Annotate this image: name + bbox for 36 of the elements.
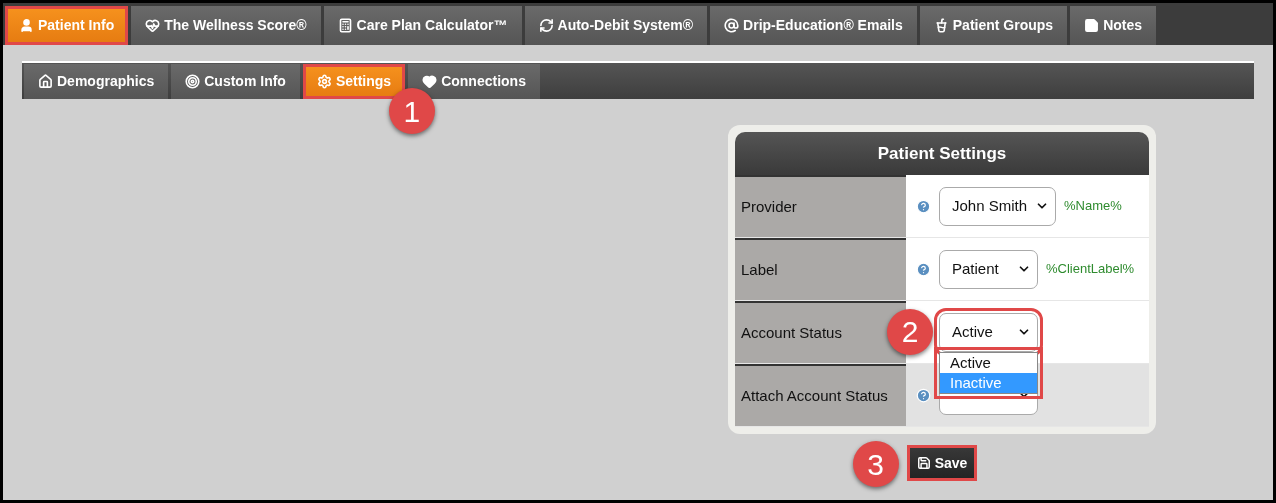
cup-icon bbox=[933, 18, 949, 33]
sub-tab[interactable]: Custom Info bbox=[171, 64, 300, 99]
panel-title: Patient Settings bbox=[735, 132, 1149, 175]
refresh-icon bbox=[538, 18, 554, 33]
main-tab[interactable]: Notes bbox=[1070, 6, 1157, 45]
row-label: Label bbox=[735, 238, 906, 300]
settings-icon bbox=[316, 74, 332, 89]
main-tab[interactable]: Care Plan Calculator™ bbox=[323, 6, 522, 45]
sub-tab[interactable]: Connections bbox=[408, 64, 540, 99]
heart-pulse-icon bbox=[145, 18, 161, 33]
select-field[interactable]: John Smith bbox=[939, 186, 1057, 226]
target-icon bbox=[185, 74, 201, 89]
help-icon[interactable] bbox=[916, 387, 931, 403]
save-icon bbox=[916, 456, 931, 470]
user-icon bbox=[19, 18, 34, 33]
help-icon[interactable] bbox=[916, 198, 931, 214]
sub-tab[interactable]: Demographics bbox=[24, 64, 169, 99]
main-tab[interactable]: Auto-Debit System® bbox=[524, 6, 708, 45]
main-tab[interactable]: Patient Groups bbox=[919, 6, 1068, 45]
placeholder-token: %ClientLabel% bbox=[1046, 260, 1135, 279]
main-tab[interactable]: The Wellness Score® bbox=[131, 6, 321, 45]
main-tab[interactable]: Drip-Education® Emails bbox=[710, 6, 917, 45]
at-sign-icon bbox=[724, 18, 740, 33]
help-icon[interactable] bbox=[916, 261, 931, 277]
row-label: Attach Account Status bbox=[735, 364, 906, 426]
row-label: Provider bbox=[735, 175, 906, 237]
home-icon bbox=[38, 74, 53, 89]
save-button[interactable]: Save bbox=[906, 445, 978, 481]
calculator-icon bbox=[337, 18, 353, 33]
note-icon bbox=[1084, 18, 1100, 33]
step-number-badge: 1 bbox=[388, 88, 435, 134]
step-number-badge: 3 bbox=[852, 441, 899, 487]
placeholder-token: %Name% bbox=[1064, 197, 1122, 216]
select-field[interactable]: Patient bbox=[939, 249, 1038, 289]
dropdown-option[interactable]: Active bbox=[940, 352, 1037, 373]
heart-icon bbox=[422, 74, 438, 89]
